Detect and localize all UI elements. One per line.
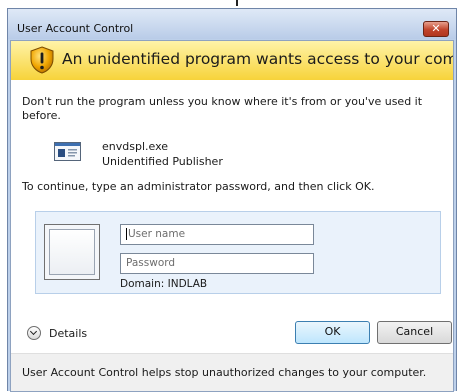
window-title: User Account Control bbox=[17, 22, 134, 35]
uac-dialog: User Account Control ✕ An unidentified p… bbox=[7, 8, 457, 392]
program-icon bbox=[54, 142, 81, 161]
banner-heading: An unidentified program wants access to … bbox=[62, 50, 453, 68]
warning-banner: An unidentified program wants access to … bbox=[11, 41, 453, 80]
chevron-down-icon[interactable] bbox=[27, 326, 41, 340]
username-field[interactable]: User name bbox=[120, 224, 314, 245]
close-icon: ✕ bbox=[431, 22, 441, 35]
divider bbox=[236, 0, 238, 6]
top-strip bbox=[0, 0, 464, 8]
username-placeholder: User name bbox=[128, 228, 186, 240]
credential-panel: User name Password Domain: INDLAB bbox=[35, 211, 441, 294]
shield-icon bbox=[30, 46, 54, 74]
program-name: envdspl.exe bbox=[102, 140, 169, 153]
footer-text: User Account Control helps stop unauthor… bbox=[22, 366, 427, 379]
warning-text: Don't run the program unless you know wh… bbox=[22, 95, 423, 122]
user-tile[interactable] bbox=[44, 224, 100, 280]
title-bar[interactable]: User Account Control ✕ bbox=[8, 9, 456, 39]
password-field[interactable]: Password bbox=[120, 253, 314, 274]
password-placeholder: Password bbox=[126, 257, 176, 269]
text-cursor bbox=[126, 228, 127, 240]
footer: User Account Control helps stop unauthor… bbox=[11, 353, 453, 391]
cancel-button[interactable]: Cancel bbox=[377, 321, 452, 344]
dialog-content: An unidentified program wants access to … bbox=[10, 40, 454, 392]
domain-label: Domain: INDLAB bbox=[120, 278, 208, 290]
close-button[interactable]: ✕ bbox=[423, 21, 449, 37]
details-label: Details bbox=[49, 327, 88, 340]
program-publisher: Unidentified Publisher bbox=[102, 155, 223, 168]
instruction-text: To continue, type an administrator passw… bbox=[22, 180, 375, 193]
ok-button[interactable]: OK bbox=[295, 321, 370, 344]
